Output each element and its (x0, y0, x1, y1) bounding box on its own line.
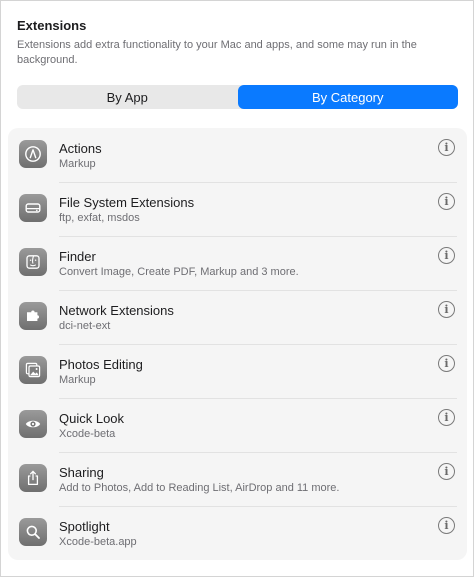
item-title: Spotlight (59, 519, 110, 534)
drive-icon (19, 194, 47, 222)
item-title: Sharing (59, 465, 104, 480)
info-icon[interactable]: i (438, 139, 455, 156)
magnifier-icon (19, 518, 47, 546)
info-icon[interactable]: i (438, 247, 455, 264)
page-description: Extensions add extra functionality to yo… (17, 39, 417, 66)
info-icon[interactable]: i (438, 301, 455, 318)
item-title: File System Extensions (59, 195, 195, 210)
info-icon[interactable]: i (438, 193, 455, 210)
eye-icon (19, 410, 47, 438)
item-subtitle: Xcode-beta (59, 428, 116, 440)
list-item-spotlight[interactable]: Spotlight Xcode-beta.app i (8, 506, 467, 560)
info-icon[interactable]: i (438, 355, 455, 372)
page-title: Extensions (17, 18, 87, 33)
list-item-actions[interactable]: Actions Markup i (8, 128, 467, 182)
item-subtitle: Add to Photos, Add to Reading List, AirD… (59, 482, 340, 494)
puzzle-icon (19, 302, 47, 330)
list-item-network-extensions[interactable]: Network Extensions dci-net-ext i (8, 290, 467, 344)
list-item-finder[interactable]: Finder Convert Image, Create PDF, Markup… (8, 236, 467, 290)
by-app-segment[interactable]: By App (17, 85, 238, 109)
photos-icon (19, 356, 47, 384)
list-item-quick-look[interactable]: Quick Look Xcode-beta i (8, 398, 467, 452)
item-title: Finder (59, 249, 96, 264)
item-title: Quick Look (59, 411, 125, 426)
extensions-pane: Extensions Extensions add extra function… (0, 0, 474, 577)
share-icon (19, 464, 47, 492)
info-icon[interactable]: i (438, 409, 455, 426)
list-item-sharing[interactable]: Sharing Add to Photos, Add to Reading Li… (8, 452, 467, 506)
item-title: Photos Editing (59, 357, 143, 372)
item-subtitle: Convert Image, Create PDF, Markup and 3 … (59, 266, 299, 278)
item-title: Actions (59, 141, 102, 156)
actions-icon (19, 140, 47, 168)
view-mode-segmented-control: By App By Category (17, 85, 458, 109)
finder-icon (19, 248, 47, 276)
list-item-file-system-extensions[interactable]: File System Extensions ftp, exfat, msdos… (8, 182, 467, 236)
category-list: Actions Markup i File System Extensions … (8, 128, 467, 560)
list-item-photos-editing[interactable]: Photos Editing Markup i (8, 344, 467, 398)
item-subtitle: dci-net-ext (59, 320, 111, 332)
item-subtitle: ftp, exfat, msdos (59, 212, 140, 224)
item-subtitle: Markup (59, 158, 96, 170)
info-icon[interactable]: i (438, 517, 455, 534)
item-subtitle: Markup (59, 374, 96, 386)
item-subtitle: Xcode-beta.app (59, 536, 137, 548)
by-category-segment[interactable]: By Category (237, 85, 458, 109)
item-title: Network Extensions (59, 303, 174, 318)
header: Extensions Extensions add extra function… (17, 18, 457, 68)
info-icon[interactable]: i (438, 463, 455, 480)
